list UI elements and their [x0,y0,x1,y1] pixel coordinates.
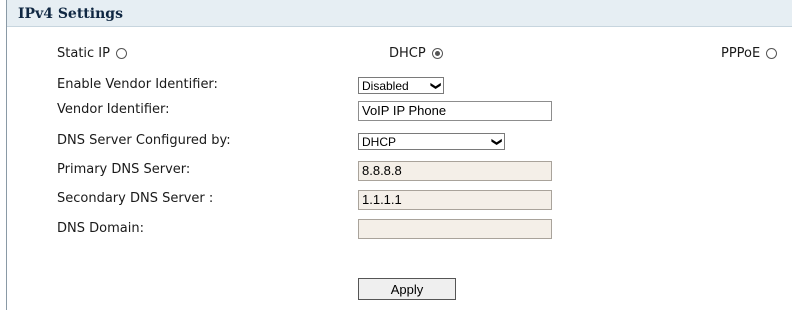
ipv4-settings-panel: IPv4 Settings Static IP DHCP PPPoE Enabl… [6,0,797,310]
pppoe-option[interactable]: PPPoE [721,46,778,61]
primary-dns-input[interactable]: 8.8.8.8 [358,161,552,181]
section-header: IPv4 Settings [7,0,792,27]
static-ip-option[interactable]: Static IP [57,46,127,61]
vendor-enable-select[interactable]: Disabled ❯ [358,77,444,94]
dns-configured-by-select[interactable]: DHCP ❯ [358,133,505,150]
pppoe-label: PPPoE [721,46,761,61]
secondary-dns-label: Secondary DNS Server : [57,191,214,206]
vendor-id-input[interactable]: VoIP IP Phone [358,101,552,121]
ip-mode-radio-group: Static IP DHCP PPPoE [7,46,792,64]
dns-domain-label: DNS Domain: [57,221,144,236]
dns-configured-by-value: DHCP [362,134,397,149]
secondary-dns-input[interactable]: 1.1.1.1 [358,190,552,210]
section-title: IPv4 Settings [18,6,123,22]
pppoe-radio[interactable] [766,48,778,59]
vendor-enable-label: Enable Vendor Identifier: [57,77,218,92]
dns-configured-by-label: DNS Server Configured by: [57,133,231,148]
primary-dns-label: Primary DNS Server: [57,162,191,177]
chevron-down-icon: ❯ [429,81,441,90]
dhcp-option[interactable]: DHCP [389,46,443,61]
dhcp-radio[interactable] [431,48,443,59]
static-ip-radio[interactable] [115,48,127,59]
dns-domain-input[interactable] [358,219,552,239]
dhcp-label: DHCP [389,46,426,61]
chevron-down-icon: ❯ [490,137,502,146]
apply-button[interactable]: Apply [358,278,456,300]
static-ip-label: Static IP [57,46,110,61]
vendor-id-label: Vendor Identifier: [57,102,170,117]
vendor-enable-value: Disabled [362,78,409,93]
